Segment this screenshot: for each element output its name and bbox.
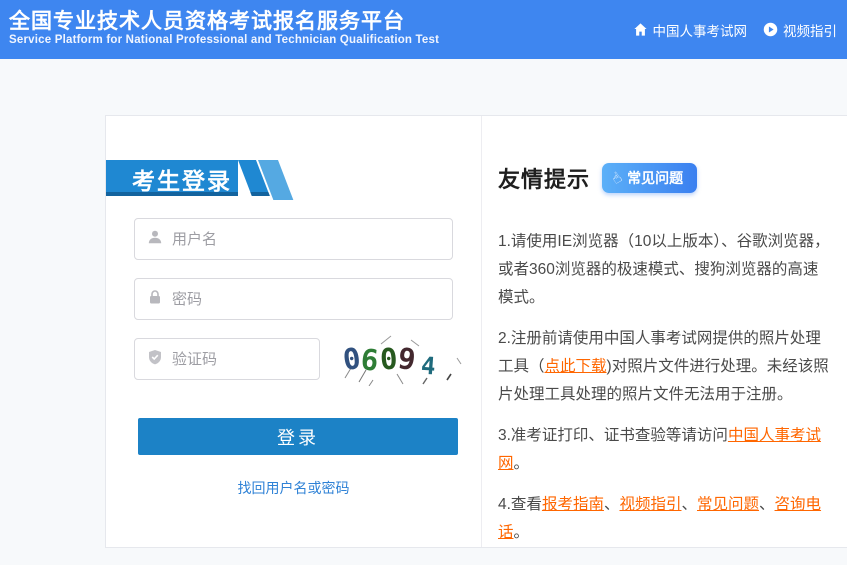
- app-header: 全国专业技术人员资格考试报名服务平台 Service Platform for …: [0, 0, 847, 59]
- page-subtitle: Service Platform for National Profession…: [9, 34, 439, 46]
- login-section-title: 考生登录: [132, 162, 232, 196]
- tip-link[interactable]: 点此下载: [545, 358, 607, 375]
- play-icon: [763, 22, 778, 37]
- faq-button[interactable]: ☝ 常见问题: [602, 163, 697, 193]
- captcha-digit: 4: [420, 352, 436, 381]
- tips-section: 友情提示 ☝ 常见问题 1.请使用IE浏览器（10以上版本）、谷歌浏览器，或者3…: [498, 116, 846, 547]
- user-icon: [147, 229, 163, 250]
- tip-text: 。: [514, 455, 530, 472]
- tips-header: 友情提示 ☝ 常见问题: [498, 162, 697, 194]
- main-panel: 考生登录 06094: [105, 115, 847, 548]
- tip-text: 。: [514, 524, 530, 541]
- captcha-digit: 6: [360, 342, 381, 378]
- nav-link-label: 视频指引: [783, 20, 837, 40]
- tip-link[interactable]: 视频指引: [619, 496, 681, 513]
- tip-item: 2.注册前请使用中国人事考试网提供的照片处理工具（点此下载)对照片文件进行处理。…: [498, 325, 832, 409]
- home-icon: [633, 22, 648, 37]
- captcha-digits: 06094: [343, 342, 432, 376]
- shield-check-icon: [147, 349, 163, 370]
- password-input[interactable]: [172, 291, 452, 308]
- tip-link[interactable]: 报考指南: [542, 496, 604, 513]
- tips-heading: 友情提示: [498, 162, 590, 194]
- password-field-wrap: [134, 278, 453, 320]
- captcha-image[interactable]: 06094: [339, 334, 463, 386]
- forgot-username-password-link[interactable]: 找回用户名或密码: [238, 480, 350, 496]
- panel-divider: [481, 116, 482, 547]
- tip-text: 、: [681, 496, 697, 513]
- nav-link-video-guide[interactable]: 视频指引: [763, 20, 837, 40]
- tip-text: 1.请使用IE浏览器（10以上版本）、谷歌浏览器，或者360浏览器的极速模式、搜…: [498, 233, 830, 306]
- tip-text: 4.查看: [498, 496, 542, 513]
- tips-list: 1.请使用IE浏览器（10以上版本）、谷歌浏览器，或者360浏览器的极速模式、搜…: [498, 228, 832, 560]
- tip-text: 、: [604, 496, 620, 513]
- lock-icon: [147, 289, 163, 310]
- login-section-banner: 考生登录: [106, 160, 336, 200]
- captcha-digit: 9: [396, 341, 418, 377]
- tip-item: 3.准考证打印、证书查验等请访问中国人事考试网。: [498, 422, 832, 478]
- tip-item: 1.请使用IE浏览器（10以上版本）、谷歌浏览器，或者360浏览器的极速模式、搜…: [498, 228, 832, 312]
- header-nav: 中国人事考试网 视频指引: [633, 0, 838, 59]
- tip-link[interactable]: 常见问题: [697, 496, 759, 513]
- pointing-hand-icon: ☝: [608, 168, 626, 188]
- captcha-input[interactable]: [172, 351, 319, 368]
- tip-text: 3.准考证打印、证书查验等请访问: [498, 427, 728, 444]
- faq-button-label: 常见问题: [627, 168, 683, 188]
- tip-item: 4.查看报考指南、视频指引、常见问题、咨询电话。: [498, 491, 832, 547]
- nav-link-cpta[interactable]: 中国人事考试网: [633, 20, 748, 40]
- username-field-wrap: [134, 218, 453, 260]
- page-title: 全国专业技术人员资格考试报名服务平台: [9, 5, 405, 35]
- tip-text: 、: [759, 496, 775, 513]
- login-button[interactable]: 登录: [138, 418, 458, 455]
- captcha-field-wrap: [134, 338, 320, 380]
- forgot-link-wrap: 找回用户名或密码: [106, 478, 481, 498]
- username-input[interactable]: [172, 231, 452, 248]
- nav-link-label: 中国人事考试网: [653, 20, 748, 40]
